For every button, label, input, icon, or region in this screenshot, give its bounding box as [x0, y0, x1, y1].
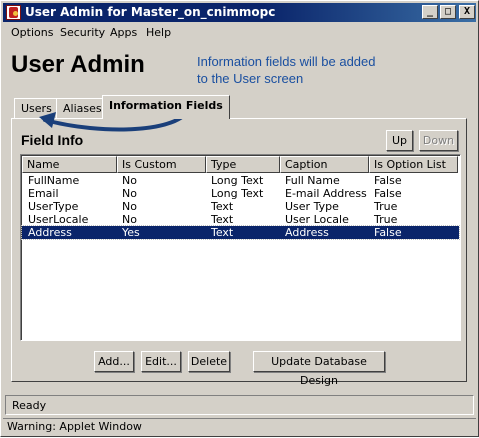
cell-is-option-list: True — [374, 213, 398, 226]
cell-is-custom: No — [122, 213, 137, 226]
menu-bar: Options Security Apps Help — [3, 23, 476, 42]
cell-is-option-list: False — [374, 174, 402, 187]
cell-is-custom: No — [122, 174, 137, 187]
column-header-name[interactable]: Name — [22, 156, 117, 173]
cell-type: Text — [211, 200, 234, 213]
cell-name: FullName — [28, 174, 80, 187]
menu-apps[interactable]: Apps — [110, 26, 137, 39]
maximize-button[interactable]: □ — [440, 5, 456, 19]
callout-text: Information fields will be added to the … — [197, 54, 376, 86]
cell-caption: Address — [285, 226, 329, 239]
tab-information-fields[interactable]: Information Fields — [102, 95, 230, 119]
down-button[interactable]: Down — [419, 130, 458, 151]
cell-caption: E-mail Address — [285, 187, 367, 200]
applet-window: User Admin for Master_on_cnimmopc _ □ X … — [0, 0, 479, 437]
cell-is-custom: Yes — [122, 226, 140, 239]
page-title: User Admin — [11, 51, 145, 78]
window-title: User Admin for Master_on_cnimmopc — [25, 5, 276, 19]
cell-name: Address — [28, 226, 72, 239]
menu-security[interactable]: Security — [60, 26, 105, 39]
minimize-button[interactable]: _ — [422, 5, 438, 19]
tab-aliases[interactable]: Aliases — [56, 98, 109, 119]
table-row-selected[interactable]: Address Yes Text Address False — [21, 225, 460, 240]
table-row[interactable]: Email No Long Text E-mail Address False — [22, 187, 459, 200]
field-info-title: Field Info — [21, 132, 84, 148]
table-row[interactable]: UserLocale No Text User Locale True — [22, 213, 459, 226]
edit-button[interactable]: Edit... — [141, 351, 181, 372]
cell-is-custom: No — [122, 187, 137, 200]
up-button[interactable]: Up — [386, 130, 413, 151]
column-header-caption[interactable]: Caption — [280, 156, 369, 173]
cell-caption: User Locale — [285, 213, 349, 226]
delete-button[interactable]: Delete — [188, 351, 230, 372]
column-header-is-option-list[interactable]: Is Option List — [369, 156, 458, 173]
cell-is-option-list: False — [374, 226, 402, 239]
field-table: Name Is Custom Type Caption Is Option Li… — [20, 154, 461, 341]
menu-help[interactable]: Help — [146, 26, 171, 39]
table-row[interactable]: UserType No Text User Type True — [22, 200, 459, 213]
tab-users[interactable]: Users — [14, 98, 59, 119]
close-button[interactable]: X — [459, 5, 475, 19]
cell-caption: Full Name — [285, 174, 340, 187]
cell-name: UserType — [28, 200, 79, 213]
cell-name: UserLocale — [28, 213, 89, 226]
applet-warning: Warning: Applet Window — [3, 418, 476, 434]
cell-is-option-list: True — [374, 200, 398, 213]
column-header-is-custom[interactable]: Is Custom — [117, 156, 206, 173]
cell-caption: User Type — [285, 200, 339, 213]
title-bar[interactable]: User Admin for Master_on_cnimmopc _ □ X — [3, 3, 476, 22]
update-database-design-button[interactable]: Update Database Design — [253, 351, 385, 387]
cell-type: Text — [211, 226, 234, 239]
cell-is-custom: No — [122, 200, 137, 213]
add-button[interactable]: Add... — [94, 351, 134, 372]
cell-type: Text — [211, 213, 234, 226]
cell-is-option-list: False — [374, 187, 402, 200]
cell-name: Email — [28, 187, 59, 200]
cell-type: Long Text — [211, 187, 264, 200]
status-bar: Ready — [5, 395, 474, 415]
cell-type: Long Text — [211, 174, 264, 187]
app-icon — [6, 5, 21, 20]
menu-options[interactable]: Options — [11, 26, 53, 39]
table-row[interactable]: FullName No Long Text Full Name False — [22, 174, 459, 187]
column-header-type[interactable]: Type — [206, 156, 280, 173]
